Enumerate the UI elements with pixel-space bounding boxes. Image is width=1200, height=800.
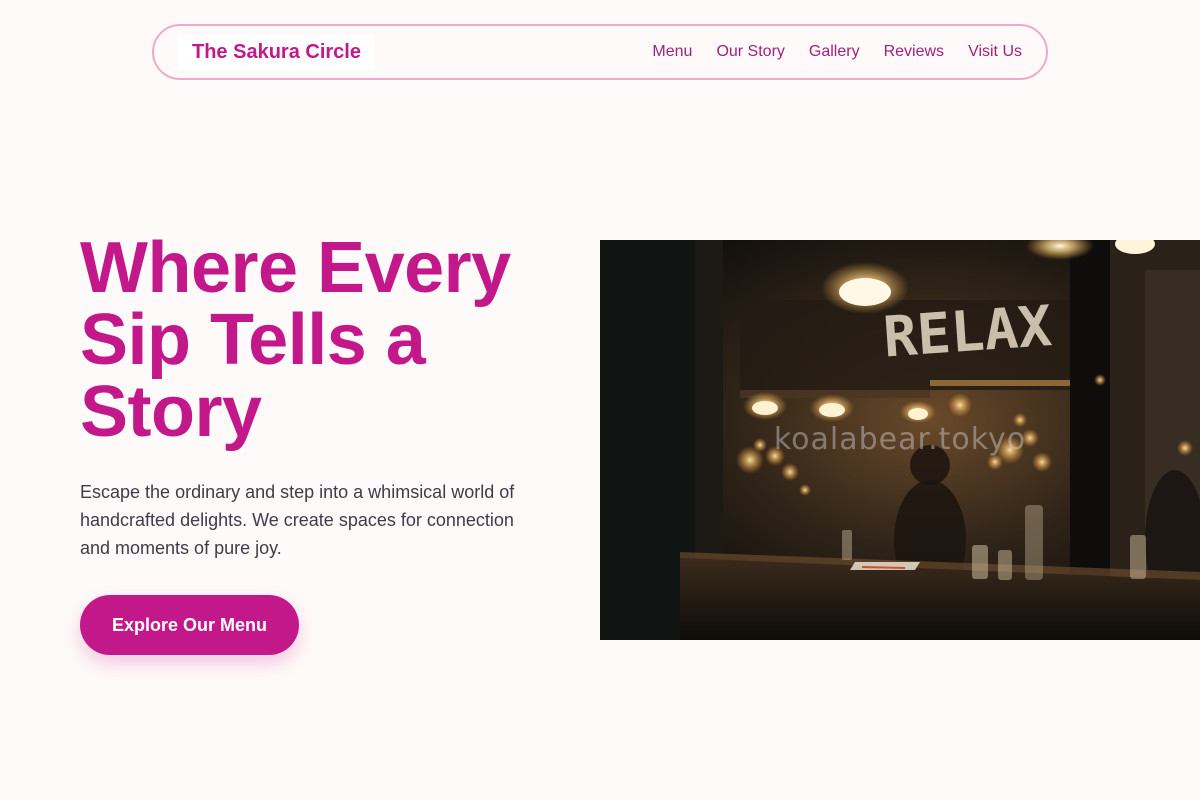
explore-menu-button[interactable]: Explore Our Menu	[80, 595, 300, 655]
hero-section: Where Every Sip Tells a Story Escape the…	[80, 232, 560, 655]
nav-links: Menu Our Story Gallery Reviews Visit Us	[652, 43, 1022, 61]
brand-logo[interactable]: The Sakura Circle	[178, 34, 375, 70]
hero-title: Where Every Sip Tells a Story	[80, 228, 511, 452]
nav-link-menu[interactable]: Menu	[652, 43, 692, 61]
top-navigation: The Sakura Circle Menu Our Story Gallery…	[152, 24, 1048, 80]
nav-link-gallery[interactable]: Gallery	[809, 43, 860, 61]
hero-subtitle: Escape the ordinary and step into a whim…	[80, 482, 515, 558]
cafe-window-illustration: RELAX	[600, 240, 1200, 640]
nav-link-reviews[interactable]: Reviews	[884, 43, 944, 61]
relax-sign-text: RELAX	[881, 294, 1054, 371]
nav-link-our-story[interactable]: Our Story	[716, 43, 784, 61]
nav-link-visit-us[interactable]: Visit Us	[968, 43, 1022, 61]
hero-cafe-photo: RELAX koalabear.tokyo	[600, 240, 1200, 640]
